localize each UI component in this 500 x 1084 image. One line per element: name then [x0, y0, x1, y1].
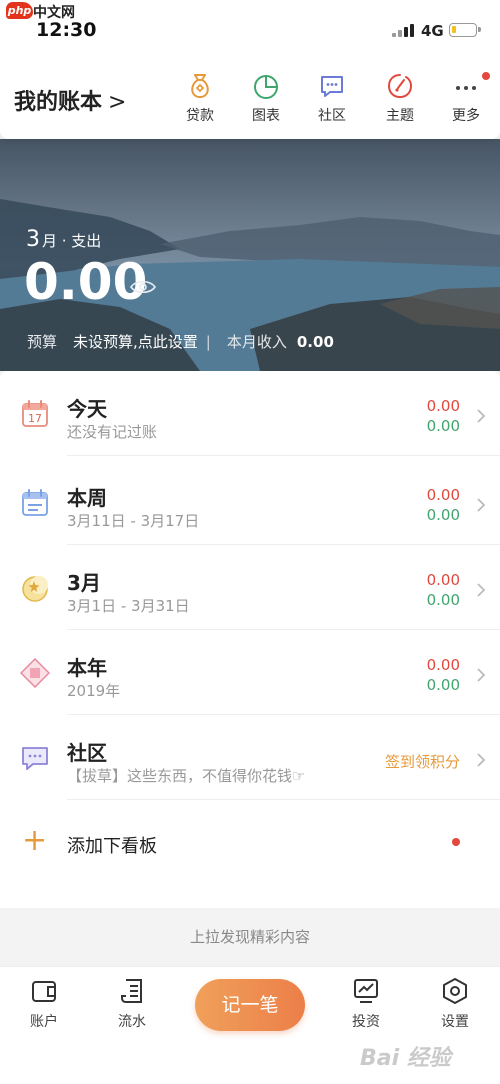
month-expense-suffix: 月 · 支出	[42, 232, 102, 250]
income-value: 0.00	[426, 506, 460, 524]
budget-setup-link[interactable]: 未设预算,点此设置	[73, 333, 198, 351]
nav-theme[interactable]: 主题	[370, 72, 430, 125]
wallet-icon	[32, 981, 56, 1002]
budget-separator: |	[205, 333, 211, 351]
list-item-subtitle: 3月1日 - 3月31日	[67, 597, 190, 615]
signal-icon	[392, 24, 416, 37]
theme-icon	[387, 74, 413, 99]
more-icon	[456, 86, 476, 90]
pie-chart-icon	[254, 75, 278, 99]
book-selector[interactable]: 我的账本 >	[14, 84, 126, 116]
calendar-day-text: 17	[28, 412, 42, 425]
nav-theme-label: 主题	[386, 108, 414, 124]
ledger-icon	[121, 979, 142, 1003]
budget-row: 预算 未设预算,点此设置 | 本月收入 0.00	[27, 331, 334, 352]
month-expense-amount: 0.00	[24, 253, 148, 311]
income-value: 0.00	[296, 333, 334, 351]
divider	[67, 455, 500, 456]
add-board-label: 添加下看板	[67, 836, 157, 857]
chevron-right-icon	[477, 753, 486, 767]
tab-ledger[interactable]: 流水	[102, 977, 162, 1031]
status-time: 12:30	[36, 19, 97, 41]
list-item-year[interactable]: 本年 2019年 0.00 0.00	[0, 630, 500, 715]
tab-settings-label: 设置	[441, 1014, 469, 1030]
notification-dot	[482, 72, 490, 80]
book-title: 我的账本	[14, 90, 103, 115]
nav-loan[interactable]: 贷款	[170, 72, 230, 125]
expense-value: 0.00	[426, 486, 460, 504]
php-logo: php	[6, 2, 33, 19]
tab-invest-label: 投资	[352, 1014, 380, 1030]
tab-account-label: 账户	[30, 1014, 58, 1030]
tab-account[interactable]: 账户	[14, 977, 74, 1031]
list-item-title: 本周	[67, 486, 107, 510]
list-item-title: 今天	[67, 397, 107, 421]
nav-chart-label: 图表	[252, 108, 280, 124]
chevron-right-icon	[477, 498, 486, 512]
month-number: 3	[26, 227, 40, 252]
income-label: 本月收入	[226, 333, 287, 351]
list-item-subtitle: 还没有记过账	[67, 423, 158, 441]
list-item-title: 社区	[67, 741, 107, 765]
summary-list: 17 今天 还没有记过账 0.00 0.00 本周 3月11日 - 3月17日 …	[0, 371, 500, 908]
list-item-subtitle: 【拔草】这些东西，不值得你花钱☞	[67, 767, 306, 785]
list-item-community[interactable]: 社区 【拔草】这些东西，不值得你花钱☞ 签到领积分	[0, 715, 500, 800]
eye-icon[interactable]	[130, 279, 156, 295]
week-calendar-icon	[22, 489, 48, 516]
add-board-row[interactable]: + 添加下看板	[0, 800, 500, 885]
invest-chart-icon	[354, 979, 378, 1003]
income-value: 0.00	[426, 591, 460, 609]
settings-hex-icon	[443, 978, 467, 1004]
chevron-right-icon: >	[108, 90, 127, 115]
chevron-right-icon	[477, 409, 486, 423]
plus-icon: +	[22, 823, 48, 858]
list-item-title: 本年	[67, 656, 107, 680]
sign-in-points-link[interactable]: 签到领积分	[385, 751, 460, 772]
battery-icon	[449, 23, 481, 37]
expense-value: 0.00	[426, 397, 460, 415]
tab-invest[interactable]: 投资	[336, 977, 396, 1031]
status-bar: php 中文网 12:30 4G	[0, 0, 500, 44]
list-item-title: 3月	[67, 571, 101, 595]
list-item-month[interactable]: 3月 3月1日 - 3月31日 0.00 0.00	[0, 545, 500, 630]
list-item-week[interactable]: 本周 3月11日 - 3月17日 0.00 0.00	[0, 460, 500, 545]
nav-more-label: 更多	[452, 108, 480, 124]
month-summary-banner[interactable]: 3月 · 支出 0.00 预算 未设预算,点此设置 | 本月收入 0.00	[0, 139, 500, 371]
budget-label: 预算	[27, 333, 58, 351]
tab-ledger-label: 流水	[118, 1014, 146, 1030]
nav-chart[interactable]: 图表	[236, 72, 296, 125]
tab-settings[interactable]: 设置	[425, 977, 485, 1031]
baidu-watermark-logo: Bai 经验	[360, 1046, 451, 1071]
nav-community[interactable]: 社区	[302, 72, 362, 125]
loan-bag-icon	[191, 74, 209, 99]
expense-value: 0.00	[426, 656, 460, 674]
app-header: 我的账本 > 贷款 图表 社区 主题 更多	[0, 44, 500, 139]
chevron-right-icon	[477, 583, 486, 597]
moon-icon	[22, 576, 48, 602]
month-expense-label: 3月 · 支出	[26, 227, 101, 252]
income-value: 0.00	[426, 417, 460, 435]
pull-up-hint: 上拉发现精彩内容	[189, 928, 310, 946]
notification-dot	[452, 838, 460, 846]
expense-value: 0.00	[426, 571, 460, 589]
calendar-17-icon: 17	[22, 400, 48, 427]
nav-community-label: 社区	[318, 108, 346, 124]
community-chat-icon	[22, 747, 48, 770]
chat-bubble-icon	[321, 76, 343, 97]
record-button[interactable]: 记一笔	[195, 979, 305, 1031]
diamond-icon	[20, 658, 50, 688]
list-item-subtitle: 3月11日 - 3月17日	[67, 512, 200, 530]
chevron-right-icon	[477, 668, 486, 682]
list-item-today[interactable]: 17 今天 还没有记过账 0.00 0.00	[0, 371, 500, 456]
nav-more[interactable]: 更多	[436, 72, 496, 125]
nav-loan-label: 贷款	[186, 108, 214, 124]
list-item-subtitle: 2019年	[67, 682, 121, 700]
network-type: 4G	[421, 22, 444, 40]
income-value: 0.00	[426, 676, 460, 694]
